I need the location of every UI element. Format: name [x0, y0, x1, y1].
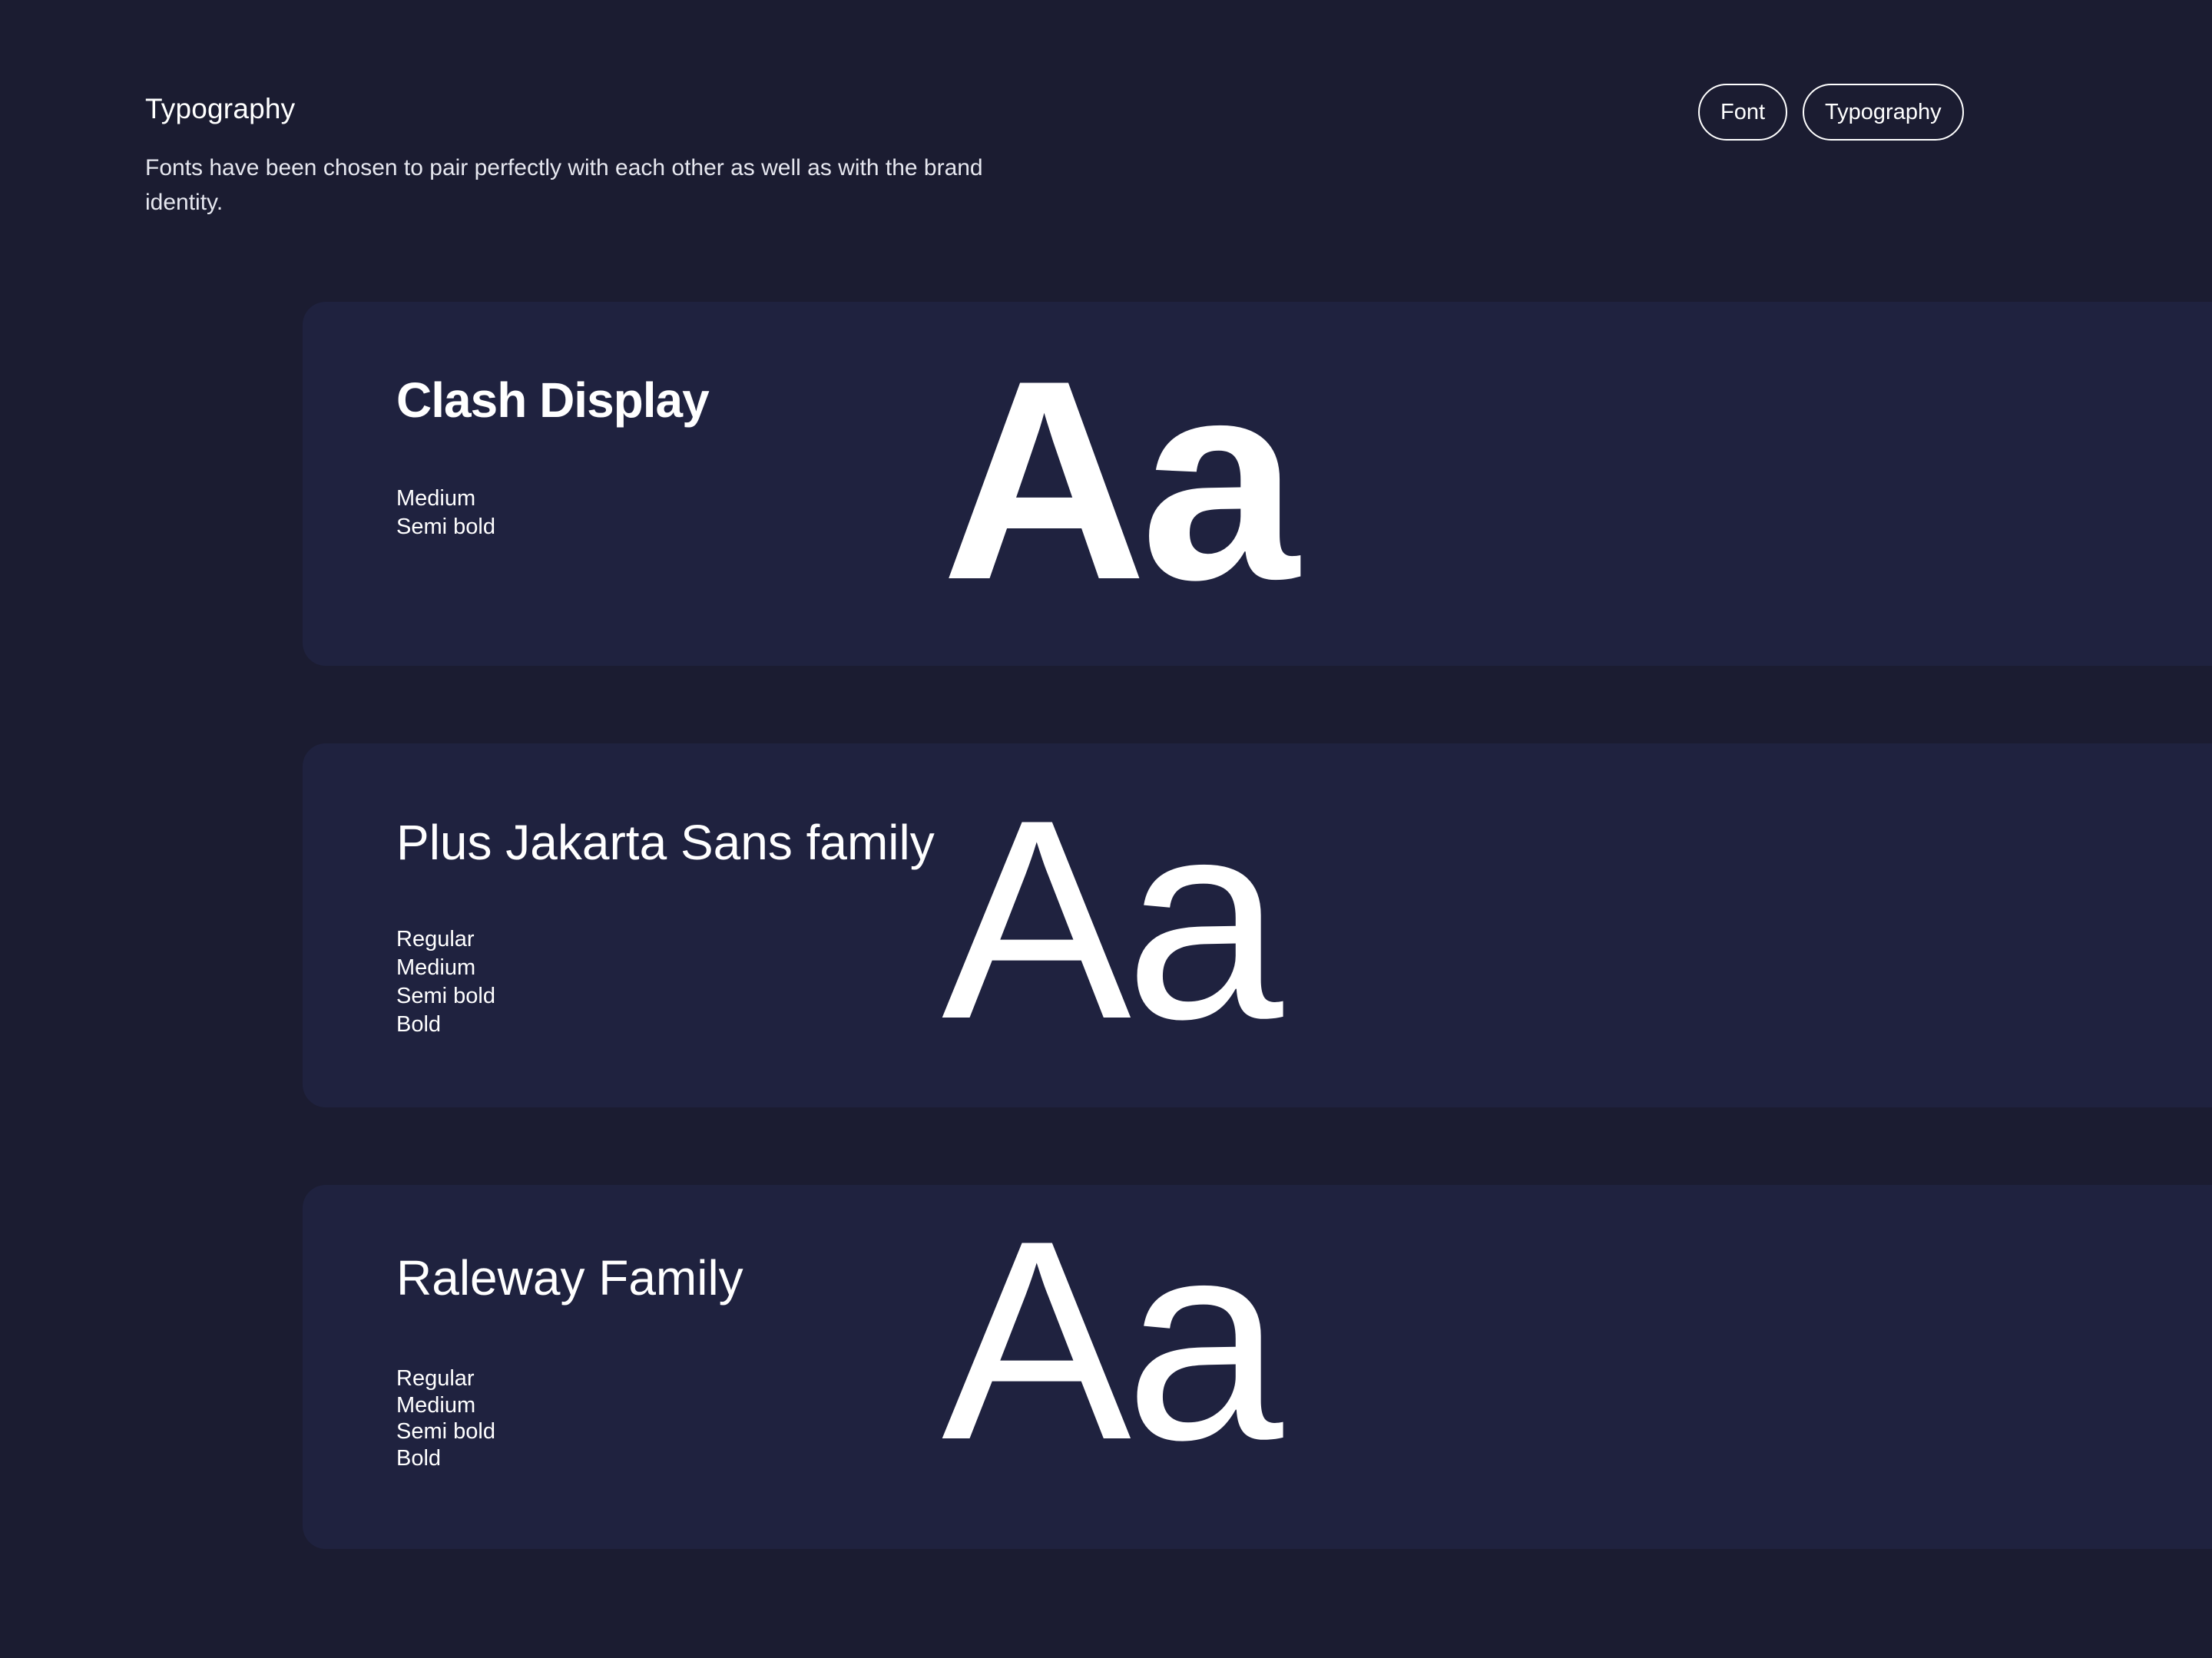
font-name: Clash Display — [396, 372, 710, 428]
font-specimen: Aa — [942, 322, 1299, 639]
font-weight-item: Semi bold — [396, 984, 495, 1008]
font-card-clash-display: Clash Display Medium Semi bold Aa — [303, 302, 2212, 666]
tag-list: Font Typography — [1698, 84, 1964, 141]
font-weight-item: Medium — [396, 1392, 476, 1418]
tag-typography[interactable]: Typography — [1803, 84, 1964, 141]
font-specimen: Aa — [942, 1185, 1283, 1499]
page-title: Typography — [145, 93, 296, 124]
font-specimen: Aa — [942, 761, 1283, 1078]
font-weight-item: Regular — [396, 1366, 475, 1391]
font-weight-item: Semi bold — [396, 1419, 495, 1444]
font-card-plus-jakarta-sans: Plus Jakarta Sans family Regular Medium … — [303, 743, 2212, 1107]
font-weight-item: Bold — [396, 1445, 442, 1471]
font-weight-item: Regular — [396, 927, 475, 951]
font-weight-item: Semi bold — [396, 515, 495, 539]
page-description: Fonts have been chosen to pair perfectly… — [145, 155, 983, 215]
tag-font[interactable]: Font — [1698, 84, 1788, 141]
font-weight-item: Medium — [396, 955, 476, 980]
font-card-raleway: Raleway Family Regular Medium Semi bold … — [303, 1185, 2212, 1549]
font-weight-item: Medium — [396, 486, 476, 511]
font-name: Raleway Family — [396, 1250, 743, 1306]
font-weight-list: Medium Semi bold — [396, 485, 495, 541]
font-weight-list: Regular Medium Semi bold Bold — [396, 925, 495, 1039]
font-weight-list: Regular Medium Semi bold Bold — [396, 1365, 495, 1471]
font-name: Plus Jakarta Sans family — [396, 815, 935, 870]
font-weight-item: Bold — [396, 1012, 442, 1037]
